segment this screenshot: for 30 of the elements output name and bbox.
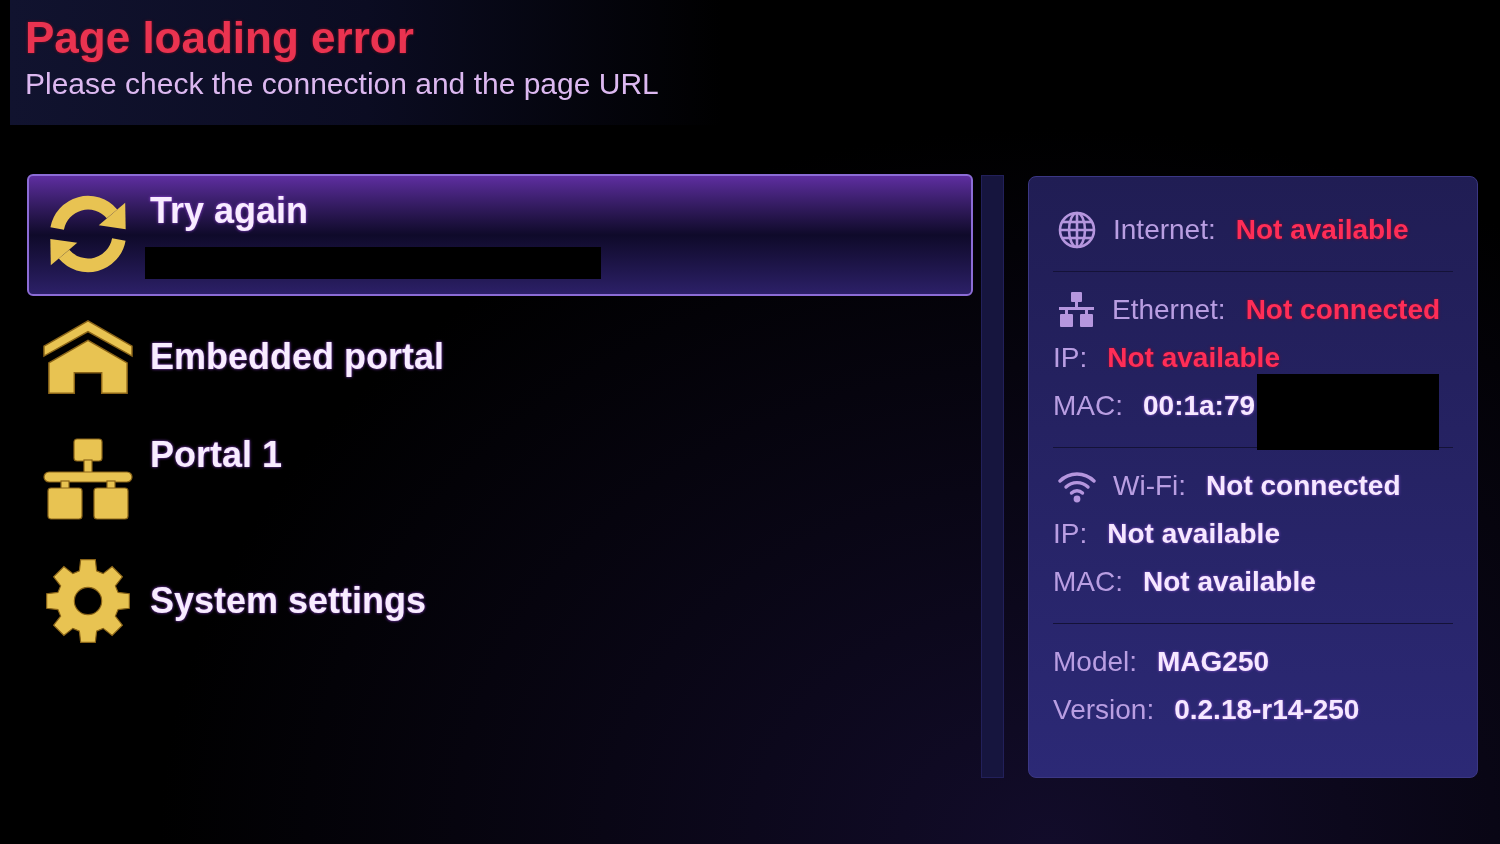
status-label: MAC:	[1053, 389, 1123, 423]
status-label: Wi-Fi:	[1113, 469, 1187, 503]
status-value: 0.2.18-r14-250	[1174, 693, 1360, 727]
error-message: Please check the connection and the page URL	[25, 66, 659, 102]
menu-item[interactable]: Try again	[27, 174, 973, 296]
status-label: MAC:	[1053, 565, 1123, 599]
status-value: Not available	[1235, 213, 1409, 247]
status-label: Ethernet:	[1112, 293, 1226, 327]
status-label: Version:	[1053, 693, 1155, 727]
house-icon	[43, 319, 133, 395]
menu-item[interactable]: Portal 1	[27, 418, 973, 540]
status-value: MAG250	[1157, 645, 1270, 679]
network-icon	[1058, 292, 1095, 328]
status-label: Internet:	[1113, 213, 1216, 247]
wifi-icon	[1058, 469, 1096, 503]
status-value: Not connected	[1245, 293, 1441, 327]
gear-icon	[44, 558, 132, 644]
error-title: Page loading error	[25, 14, 414, 62]
globe-icon	[1058, 211, 1096, 249]
status-value: Not connected	[1206, 469, 1401, 503]
status-label: IP:	[1053, 341, 1088, 375]
status-value: Not available	[1143, 565, 1316, 599]
menu-item[interactable]: System settings	[27, 540, 973, 662]
status-value: 00:1a:79	[1143, 389, 1256, 423]
status-label: Model:	[1053, 645, 1138, 679]
menu-item[interactable]: Embedded portal	[27, 296, 973, 418]
status-label: IP:	[1053, 517, 1088, 551]
status-value: Not available	[1107, 517, 1280, 551]
status-value: Not available	[1107, 341, 1280, 375]
network-icon	[43, 438, 133, 520]
